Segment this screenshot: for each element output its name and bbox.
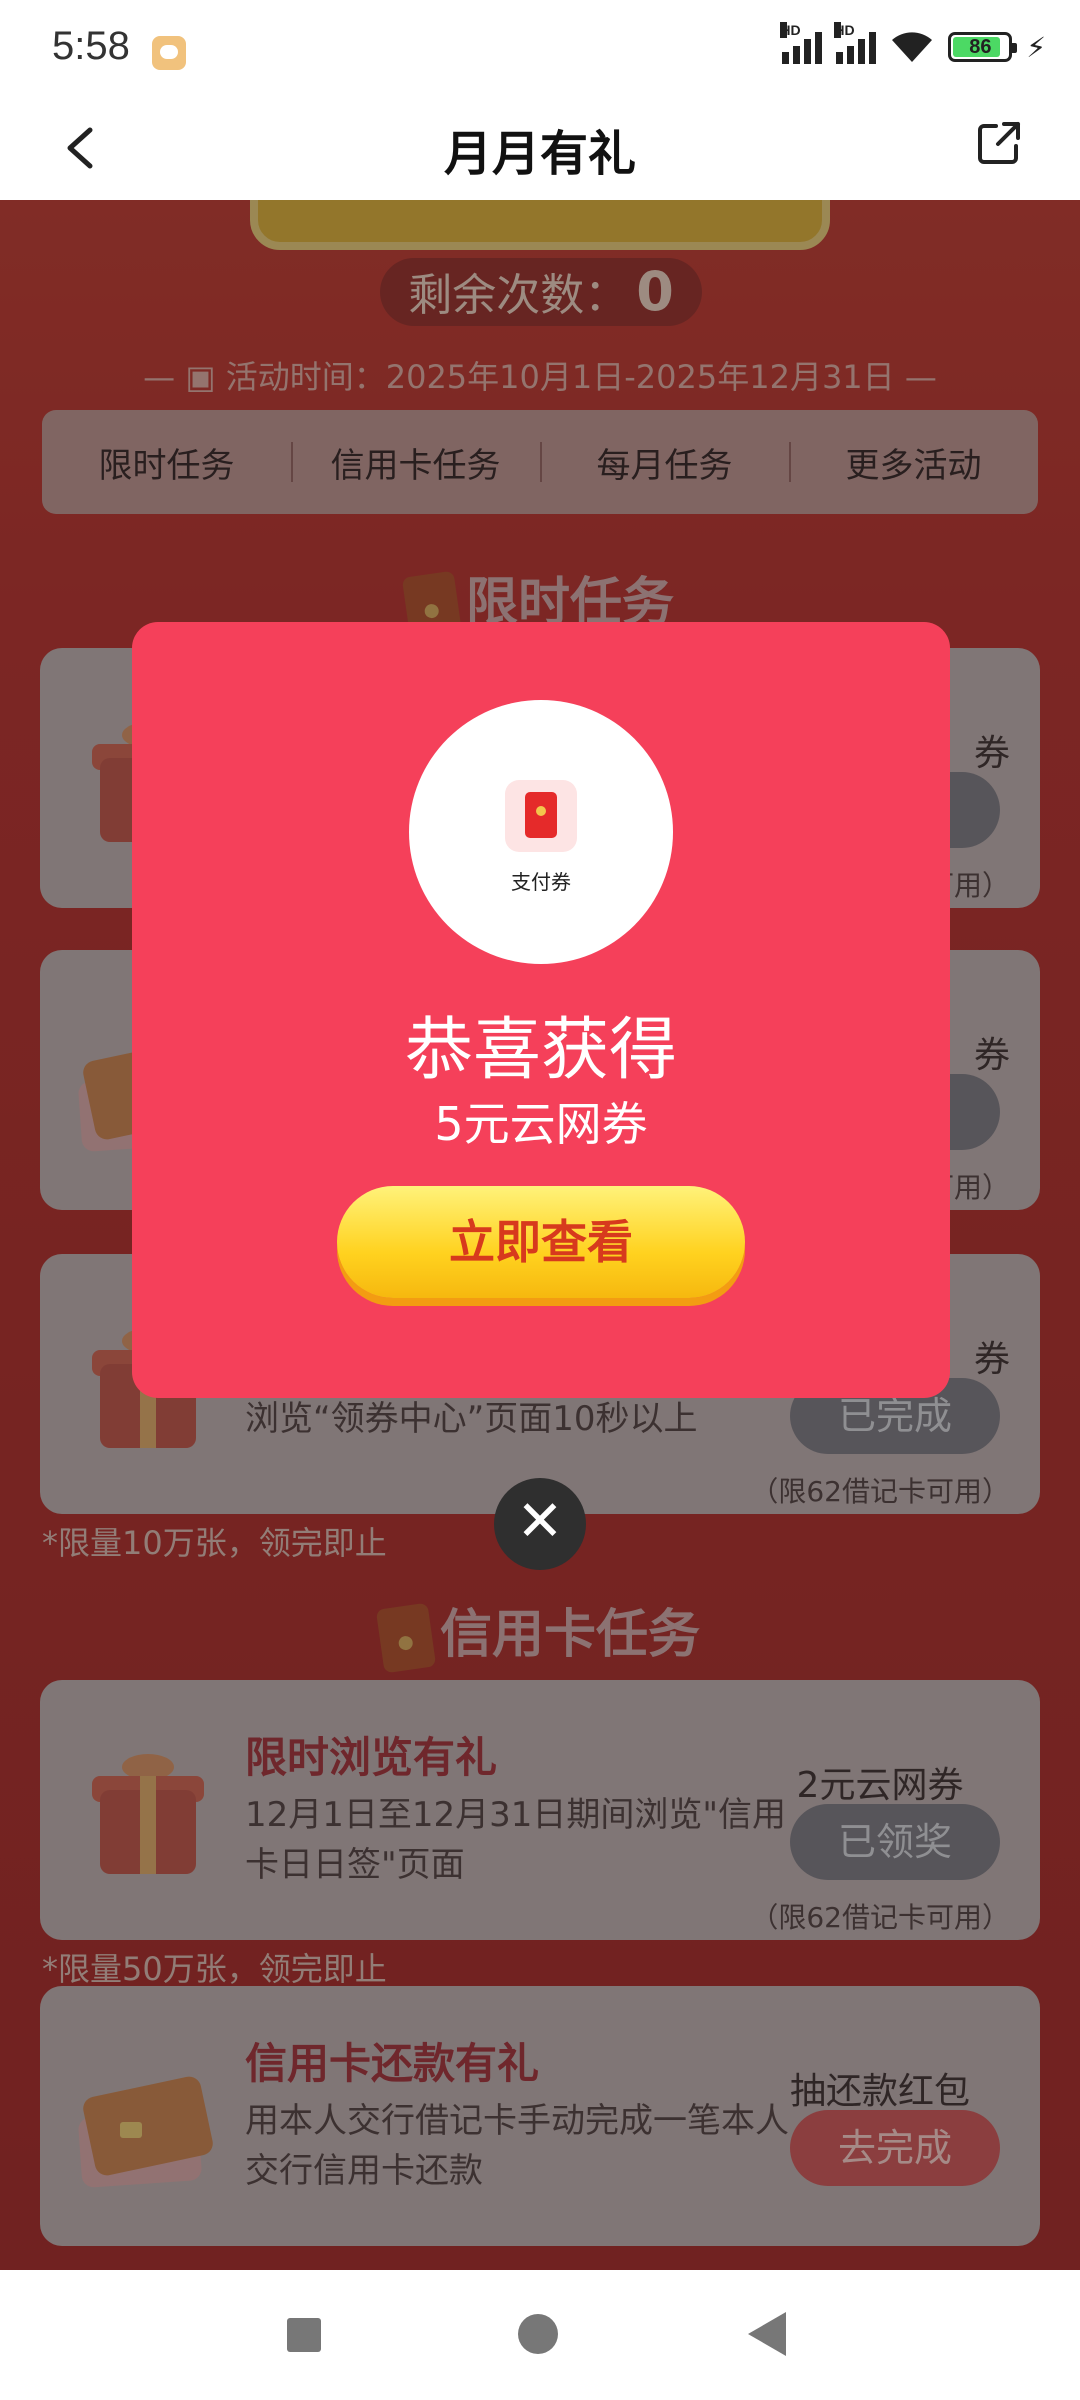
cellular-signal-icon: HD xyxy=(780,22,823,64)
share-icon[interactable] xyxy=(974,118,1024,168)
red-packet-icon xyxy=(505,780,577,852)
recent-apps-icon[interactable] xyxy=(287,2318,321,2352)
system-nav-bar xyxy=(0,2270,1080,2400)
title-bar: 月月有礼 xyxy=(0,96,1080,200)
view-now-button[interactable]: 立即查看 xyxy=(337,1186,745,1298)
battery-level: 86 xyxy=(969,36,992,58)
network-type-label: HD xyxy=(780,22,801,38)
home-icon[interactable] xyxy=(518,2314,558,2354)
prize-modal: 支付券 恭喜获得 5元云网券 立即查看 xyxy=(132,622,950,1398)
prize-badge: 支付券 xyxy=(409,700,673,964)
network-type-label-2: HD xyxy=(834,22,855,38)
congrats-heading: 恭喜获得 xyxy=(404,1011,677,1090)
status-bar: 5:58 HD HD 86 ⚡ xyxy=(0,0,1080,96)
wifi-icon xyxy=(892,32,933,62)
status-time: 5:58 xyxy=(52,24,130,68)
notification-app-icon xyxy=(152,36,186,70)
nav-back-icon[interactable] xyxy=(748,2312,786,2356)
cellular-signal-icon-2: HD xyxy=(834,22,877,64)
status-icons: HD HD 86 ⚡ xyxy=(780,22,1046,64)
close-icon[interactable]: ✕ xyxy=(494,1478,586,1570)
prize-type-label: 支付券 xyxy=(511,870,571,894)
battery-icon: 86 xyxy=(948,32,1018,62)
prize-name: 5元云网券 xyxy=(434,1097,648,1151)
page-title: 月月有礼 xyxy=(443,126,636,182)
charging-icon: ⚡ xyxy=(1026,30,1046,64)
